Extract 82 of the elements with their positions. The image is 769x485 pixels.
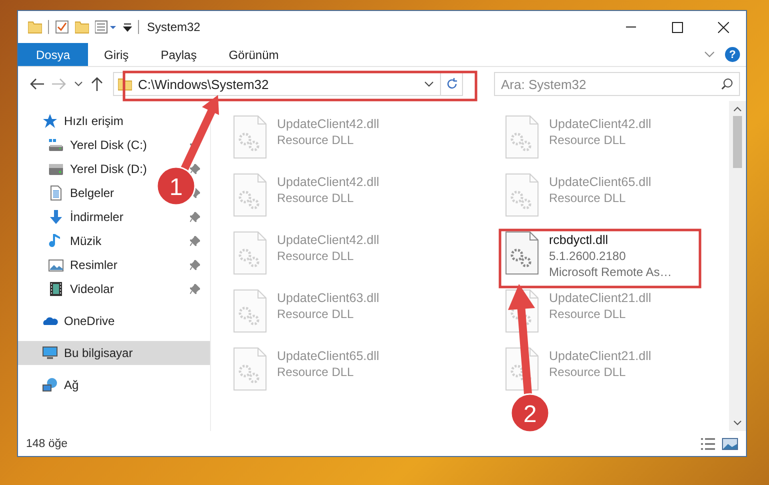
ribbon-tab[interactable]: Giriş bbox=[88, 43, 145, 66]
sidebar-item[interactable]: İndirmeler bbox=[18, 205, 210, 229]
search-field[interactable]: Ara: System32 bbox=[494, 72, 740, 96]
callout-badge bbox=[510, 393, 550, 433]
gear-file-icon bbox=[505, 347, 539, 391]
sidebar-item[interactable]: Yerel Disk (C:) bbox=[18, 133, 210, 157]
picture-icon bbox=[48, 257, 64, 273]
details-view-icon[interactable] bbox=[700, 436, 716, 450]
file-detail: Resource DLL bbox=[277, 307, 355, 321]
maximize-icon bbox=[672, 22, 682, 32]
window-title: System32 bbox=[147, 20, 200, 34]
file-detail: 5.1.2600.2180 bbox=[549, 249, 627, 263]
file-detail: Resource DLL bbox=[277, 365, 355, 379]
refresh-icon bbox=[446, 78, 458, 90]
checklist-icon[interactable] bbox=[55, 20, 69, 34]
file-name: UpdateClient21.dll bbox=[549, 349, 652, 363]
sidebar-item[interactable]: Bu bilgisayar bbox=[18, 341, 210, 365]
address-path: C:\Windows\System32 bbox=[138, 76, 270, 92]
callout-badge bbox=[156, 166, 196, 206]
file-name: UpdateClient42.dll bbox=[549, 117, 652, 131]
search-icon bbox=[721, 78, 733, 90]
file-name: UpdateClient42.dll bbox=[277, 117, 380, 131]
gear-file-icon bbox=[233, 347, 267, 391]
sidebar-item[interactable]: Resimler bbox=[18, 253, 210, 277]
ribbon-tab[interactable]: Paylaş bbox=[144, 43, 213, 66]
scroll-up-icon[interactable] bbox=[733, 106, 742, 112]
item-count: 148 öğe bbox=[26, 438, 68, 450]
sidebar-item[interactable]: Videolar bbox=[18, 277, 210, 301]
address-bar[interactable]: C:\Windows\System32 bbox=[113, 72, 463, 96]
sidebar-item[interactable]: Ağ bbox=[18, 373, 210, 397]
callout-number: 1 bbox=[169, 174, 183, 201]
file-detail: Microsoft Remote As… bbox=[549, 265, 672, 279]
file-name: UpdateClient65.dll bbox=[549, 175, 652, 189]
file-detail: Resource DLL bbox=[277, 191, 355, 205]
dropdown-icon[interactable] bbox=[123, 22, 132, 32]
file-detail: Resource DLL bbox=[549, 191, 627, 205]
file-name: UpdateClient65.dll bbox=[277, 349, 380, 363]
large-icons-view-icon[interactable] bbox=[722, 436, 738, 450]
help-button[interactable]: ? bbox=[725, 47, 740, 62]
gear-file-icon bbox=[505, 115, 539, 159]
computer-icon bbox=[42, 345, 58, 361]
video-icon bbox=[48, 281, 64, 297]
file-detail: Resource DLL bbox=[549, 133, 627, 147]
network-icon bbox=[42, 377, 58, 393]
file-name: UpdateClient42.dll bbox=[277, 175, 380, 189]
file-name: rcbdyctl.dll bbox=[549, 233, 610, 247]
star-icon bbox=[42, 113, 58, 129]
file-detail: Resource DLL bbox=[549, 307, 627, 321]
document-icon bbox=[48, 185, 64, 201]
gear-file-icon bbox=[505, 173, 539, 217]
sidebar-item[interactable]: Müzik bbox=[18, 229, 210, 253]
recent-locations-button[interactable] bbox=[72, 79, 85, 89]
back-button[interactable] bbox=[28, 76, 46, 92]
file-name: UpdateClient21.dll bbox=[549, 291, 652, 305]
system-drive-icon bbox=[48, 137, 64, 153]
gear-file-icon bbox=[233, 115, 267, 159]
gear-file-icon bbox=[233, 231, 267, 275]
download-icon bbox=[48, 209, 64, 225]
file-name: UpdateClient42.dll bbox=[277, 233, 380, 247]
ribbon-tab[interactable]: Görünüm bbox=[212, 43, 295, 66]
scrollbar[interactable] bbox=[729, 101, 746, 431]
file-name: UpdateClient63.dll bbox=[277, 291, 380, 305]
gear-file-icon bbox=[233, 289, 267, 333]
close-icon bbox=[718, 22, 728, 32]
drive-icon bbox=[48, 161, 64, 177]
ribbon-tab[interactable]: Dosya bbox=[18, 43, 88, 66]
scroll-thumb[interactable] bbox=[733, 116, 742, 168]
scroll-down-icon[interactable] bbox=[733, 420, 742, 426]
minimize-icon bbox=[626, 26, 636, 28]
gear-file-icon bbox=[233, 173, 267, 217]
chevron-down-icon[interactable] bbox=[424, 81, 434, 87]
up-button[interactable] bbox=[89, 75, 105, 93]
callout-number: 2 bbox=[523, 401, 537, 428]
file-detail: Resource DLL bbox=[277, 249, 355, 263]
properties-icon[interactable] bbox=[95, 20, 117, 34]
file-detail: Resource DLL bbox=[277, 133, 355, 147]
sidebar-item[interactable]: OneDrive bbox=[18, 309, 210, 333]
gear-file-icon bbox=[505, 231, 539, 275]
folder-icon bbox=[28, 20, 42, 34]
sidebar-item[interactable]: Hızlı erişim bbox=[18, 109, 210, 133]
file-item[interactable]: rcbdyctl.dll 5.1.2600.2180 Microsoft Remote As… bbox=[505, 227, 725, 279]
file-detail: Resource DLL bbox=[549, 365, 627, 379]
